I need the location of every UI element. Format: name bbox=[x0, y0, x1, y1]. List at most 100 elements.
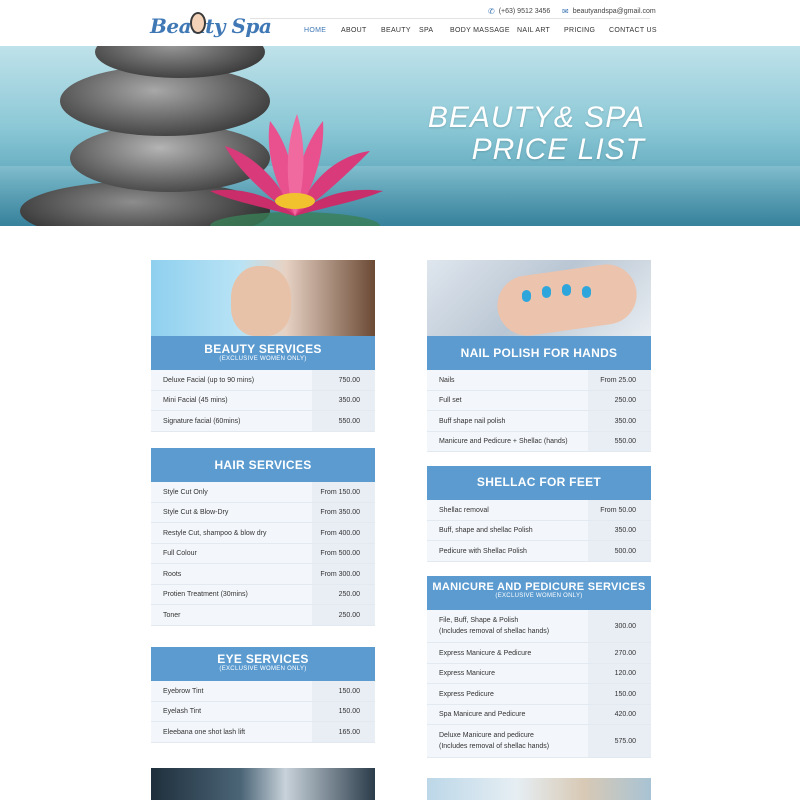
service-name: Spa Manicure and Pedicure bbox=[427, 705, 588, 724]
nav-spa[interactable]: SPA bbox=[419, 27, 433, 34]
price-row: Eyelash Tint 150.00 bbox=[151, 702, 375, 722]
shellac-feet-header: SHELLAC FOR FEET bbox=[427, 466, 651, 500]
service-name: Protien Treatment (30mins) bbox=[151, 585, 312, 604]
nail bbox=[562, 284, 571, 296]
price-row: Restyle Cut, shampoo & blow dry From 400.… bbox=[151, 523, 375, 544]
price-row: Shellac removal From 50.00 bbox=[427, 500, 651, 521]
section-subtitle: (EXCLUSIVE WOMEN ONLY) bbox=[219, 356, 307, 362]
service-price: From 350.00 bbox=[312, 503, 375, 522]
service-price: 165.00 bbox=[312, 722, 375, 742]
price-row: Spa Manicure and Pedicure 420.00 bbox=[427, 705, 651, 725]
service-name: Toner bbox=[151, 605, 312, 625]
nail-polish-image bbox=[427, 260, 651, 336]
service-name: Express Manicure & Pedicure bbox=[427, 643, 588, 663]
nav-about[interactable]: ABOUT bbox=[341, 27, 367, 34]
service-note: (Includes removal of shellac hands) bbox=[439, 628, 550, 635]
service-price: 575.00 bbox=[588, 725, 651, 757]
service-price: From 500.00 bbox=[312, 544, 375, 563]
section-title: EYE SERVICES bbox=[217, 652, 309, 666]
hero-banner: BEAUTY& SPA PRICE LIST bbox=[0, 46, 800, 226]
logo[interactable]: Beauty Spa bbox=[150, 10, 272, 42]
service-name: Style Cut Only bbox=[151, 482, 312, 502]
price-row: Express Manicure 120.00 bbox=[427, 664, 651, 684]
price-list: Style Cut Only From 150.00 Style Cut & Bl… bbox=[151, 482, 375, 626]
price-row: Protien Treatment (30mins) 250.00 bbox=[151, 585, 375, 605]
price-row: Express Pedicure 150.00 bbox=[427, 684, 651, 705]
section-title: BEAUTY SERVICES bbox=[204, 342, 322, 356]
section-title: NAIL POLISH FOR HANDS bbox=[460, 346, 618, 360]
spa-products-image bbox=[427, 778, 651, 800]
service-name: Restyle Cut, shampoo & blow dry bbox=[151, 523, 312, 543]
service-price: 550.00 bbox=[588, 432, 651, 451]
service-price: 350.00 bbox=[588, 521, 651, 540]
service-name: Mini Facial (45 mins) bbox=[151, 391, 312, 410]
section-subtitle: (EXCLUSIVE WOMEN ONLY) bbox=[495, 593, 583, 599]
service-name: Express Pedicure bbox=[427, 684, 588, 704]
hair-services-card: HAIR SERVICES Style Cut Only From 150.00 … bbox=[151, 448, 375, 626]
mail-icon: ✉ bbox=[562, 6, 569, 16]
manicure-pedicure-header: MANICURE AND PEDICURE SERVICES (EXCLUSIV… bbox=[427, 576, 651, 610]
service-name: Express Manicure bbox=[427, 664, 588, 683]
nav-nail-art[interactable]: NAIL ART bbox=[517, 27, 550, 34]
service-name: Shellac removal bbox=[427, 500, 588, 520]
service-name: Eleebana one shot lash lift bbox=[151, 722, 312, 742]
service-name-text: File, Buff, Shape & Polish bbox=[439, 617, 519, 624]
section-title: HAIR SERVICES bbox=[214, 458, 312, 472]
beauty-services-image bbox=[151, 260, 375, 336]
service-price: 120.00 bbox=[588, 664, 651, 683]
email-address: beautyandspa@gmail.com bbox=[572, 7, 656, 15]
service-price: 750.00 bbox=[312, 370, 375, 390]
service-price: 250.00 bbox=[312, 585, 375, 604]
service-price: 250.00 bbox=[312, 605, 375, 625]
service-price: From 300.00 bbox=[312, 564, 375, 584]
service-name: Pedicure with Shellac Polish bbox=[427, 541, 588, 561]
site-header: Beauty Spa ✆ (+63) 9512 3456 ✉ beautyand… bbox=[0, 0, 800, 46]
eye-services-header: EYE SERVICES (EXCLUSIVE WOMEN ONLY) bbox=[151, 647, 375, 681]
section-title: SHELLAC FOR FEET bbox=[476, 475, 602, 489]
section-title: MANICURE AND PEDICURE SERVICES bbox=[432, 581, 646, 593]
service-price: From 25.00 bbox=[588, 370, 651, 390]
price-row: Eleebana one shot lash lift 165.00 bbox=[151, 722, 375, 743]
service-name-text: Deluxe Manicure and pedicure bbox=[439, 732, 534, 739]
price-row: File, Buff, Shape & Polish (Includes rem… bbox=[427, 610, 651, 643]
phone-contact[interactable]: ✆ (+63) 9512 3456 bbox=[488, 5, 550, 17]
price-list: Nails From 25.00 Full set 250.00 Buff shap… bbox=[427, 370, 651, 452]
price-row: Eyebrow Tint 150.00 bbox=[151, 681, 375, 702]
nail-polish-header: NAIL POLISH FOR HANDS bbox=[427, 336, 651, 370]
nav-body-massage[interactable]: BODY MASSAGE bbox=[450, 27, 510, 34]
hands-image bbox=[493, 260, 641, 336]
price-row: Full set 250.00 bbox=[427, 391, 651, 411]
service-price: 420.00 bbox=[588, 705, 651, 724]
nav-pricing[interactable]: PRICING bbox=[564, 27, 595, 34]
price-row: Nails From 25.00 bbox=[427, 370, 651, 391]
phone-icon: ✆ bbox=[488, 6, 495, 16]
service-name: Buff, shape and shellac Polish bbox=[427, 521, 588, 540]
email-contact[interactable]: ✉ beautyandspa@gmail.com bbox=[562, 5, 656, 17]
service-name: Eyelash Tint bbox=[151, 702, 312, 721]
hero-title-line1: BEAUTY& SPA bbox=[427, 101, 645, 134]
service-price: 550.00 bbox=[312, 411, 375, 431]
hero-title: BEAUTY& SPA PRICE LIST bbox=[428, 102, 645, 166]
price-row: Roots From 300.00 bbox=[151, 564, 375, 585]
service-price: 150.00 bbox=[588, 684, 651, 704]
nail bbox=[582, 286, 591, 298]
price-list: File, Buff, Shape & Polish (Includes rem… bbox=[427, 610, 651, 758]
service-name: Deluxe Manicure and pedicure (Includes r… bbox=[427, 725, 588, 757]
price-list: Shellac removal From 50.00 Buff, shape an… bbox=[427, 500, 651, 562]
nav-contact-us[interactable]: CONTACT US bbox=[609, 27, 657, 34]
service-name: Full Colour bbox=[151, 544, 312, 563]
eye-treatment-image bbox=[151, 768, 375, 800]
service-name: Roots bbox=[151, 564, 312, 584]
nav-beauty[interactable]: BEAUTY bbox=[381, 27, 411, 34]
price-row: Style Cut & Blow-Dry From 350.00 bbox=[151, 503, 375, 523]
service-name: Manicure and Pedicure + Shellac (hands) bbox=[427, 432, 588, 451]
nail bbox=[542, 286, 551, 298]
price-row: Mini Facial (45 mins) 350.00 bbox=[151, 391, 375, 411]
service-price: From 150.00 bbox=[312, 482, 375, 502]
logo-face-icon bbox=[190, 12, 206, 34]
nav-home[interactable]: HOME bbox=[304, 27, 326, 34]
next-section-card bbox=[151, 768, 375, 800]
service-price: 250.00 bbox=[588, 391, 651, 410]
price-row: Buff, shape and shellac Polish 350.00 bbox=[427, 521, 651, 541]
service-price: From 50.00 bbox=[588, 500, 651, 520]
